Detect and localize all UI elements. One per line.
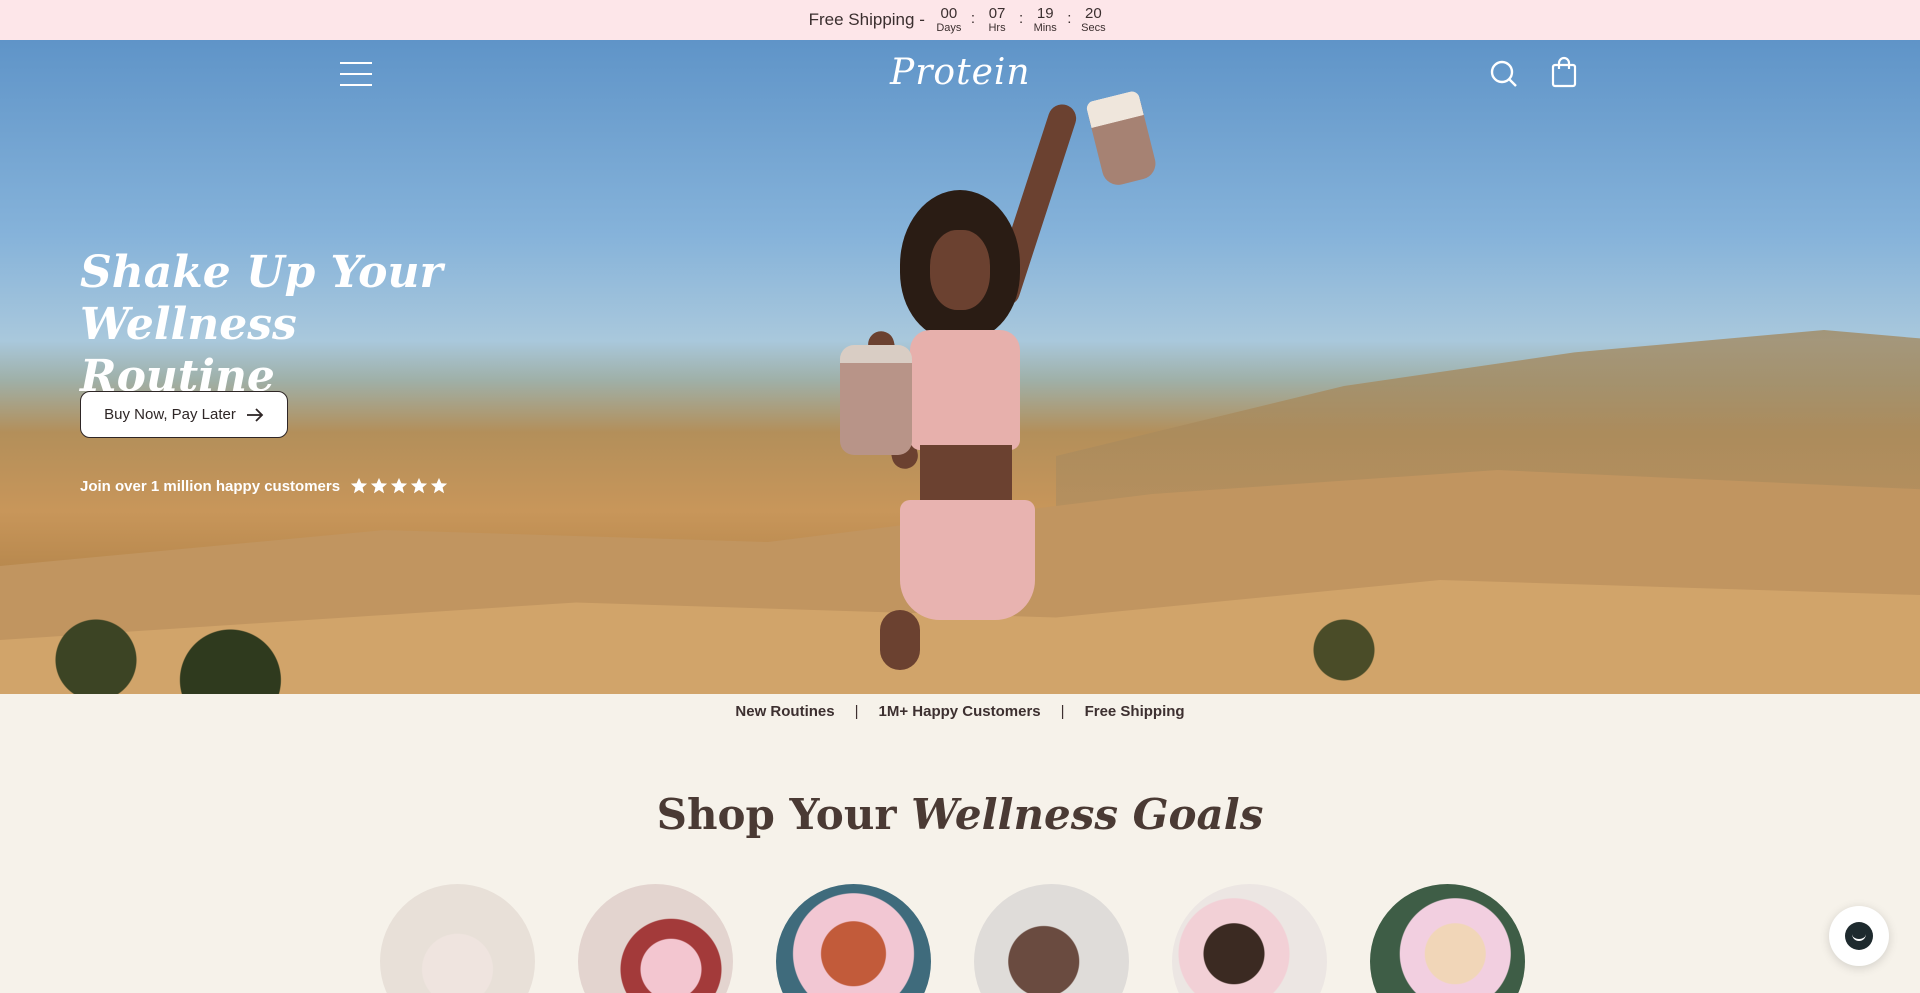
section-title-plain: Shop Your xyxy=(656,790,897,839)
search-icon[interactable] xyxy=(1490,60,1518,88)
chat-button[interactable] xyxy=(1829,906,1889,966)
cta-label: Buy Now, Pay Later xyxy=(104,406,236,423)
countdown-seconds-label: Secs xyxy=(1081,21,1106,34)
trust-item-new-routines: New Routines xyxy=(735,702,835,720)
hero-model-image xyxy=(840,100,1080,670)
hero-title-line2: Wellness Routine xyxy=(80,299,297,402)
protein-jar-image xyxy=(840,345,912,455)
countdown-seconds-value: 20 xyxy=(1085,4,1102,22)
countdown-separator: : xyxy=(970,9,976,27)
wellness-goal-item[interactable] xyxy=(1370,884,1525,993)
social-proof-text: Join over 1 million happy customers xyxy=(80,477,341,495)
countdown-days-label: Days xyxy=(936,21,962,34)
buy-now-pay-later-button[interactable]: Buy Now, Pay Later xyxy=(80,391,288,438)
countdown-minutes-label: Mins xyxy=(1033,21,1057,34)
announcement-bar: Free Shipping - 00 Days : 07 Hrs : 19 Mi… xyxy=(0,0,1920,40)
countdown-separator: : xyxy=(1019,9,1024,27)
countdown-minutes-value: 19 xyxy=(1036,4,1054,22)
hero-title-line1: Shake Up Your xyxy=(80,247,443,298)
social-proof: Join over 1 million happy customers xyxy=(80,477,448,495)
arrow-right-icon xyxy=(246,407,264,422)
trust-item-free-shipping: Free Shipping xyxy=(1084,702,1185,720)
hero-title: Shake Up Your Wellness Routine xyxy=(80,247,500,403)
countdown-minutes: 19 Mins xyxy=(1027,4,1063,35)
rating-stars xyxy=(350,477,448,495)
section-title: Shop Your Wellness Goals xyxy=(0,790,1920,839)
trust-bar: New Routines | 1M+ Happy Customers | Fre… xyxy=(0,694,1920,728)
trust-separator: | xyxy=(854,702,859,720)
countdown-days: 00 Days xyxy=(931,4,967,35)
countdown-hours-label: Hrs xyxy=(988,21,1006,34)
star-icon xyxy=(410,477,428,494)
announcement-text: Free Shipping - xyxy=(808,10,925,29)
wellness-goal-item[interactable] xyxy=(380,884,535,993)
star-icon xyxy=(370,477,388,494)
wellness-goal-item[interactable] xyxy=(776,884,931,993)
trust-separator: | xyxy=(1060,702,1065,720)
countdown-seconds: 20 Secs xyxy=(1075,4,1111,35)
section-title-emphasis: Wellness Goals xyxy=(911,790,1264,839)
wellness-goal-item[interactable] xyxy=(578,884,733,993)
brand-logo[interactable]: Protein xyxy=(890,52,1030,96)
star-icon xyxy=(430,477,448,494)
countdown-separator: : xyxy=(1067,9,1072,27)
countdown-days-value: 00 xyxy=(940,4,958,22)
wellness-goal-item[interactable] xyxy=(1172,884,1327,993)
shopping-bag-icon[interactable] xyxy=(1550,56,1578,88)
star-icon xyxy=(390,477,408,494)
wellness-goal-item[interactable] xyxy=(974,884,1129,993)
wellness-goals-carousel xyxy=(380,884,1525,993)
hamburger-menu-icon[interactable] xyxy=(340,62,372,86)
chat-icon xyxy=(1845,922,1873,950)
trust-item-happy-customers: 1M+ Happy Customers xyxy=(878,702,1041,720)
countdown-hours-value: 07 xyxy=(988,4,1006,22)
countdown-hours: 07 Hrs xyxy=(979,4,1015,35)
star-icon xyxy=(350,477,368,494)
